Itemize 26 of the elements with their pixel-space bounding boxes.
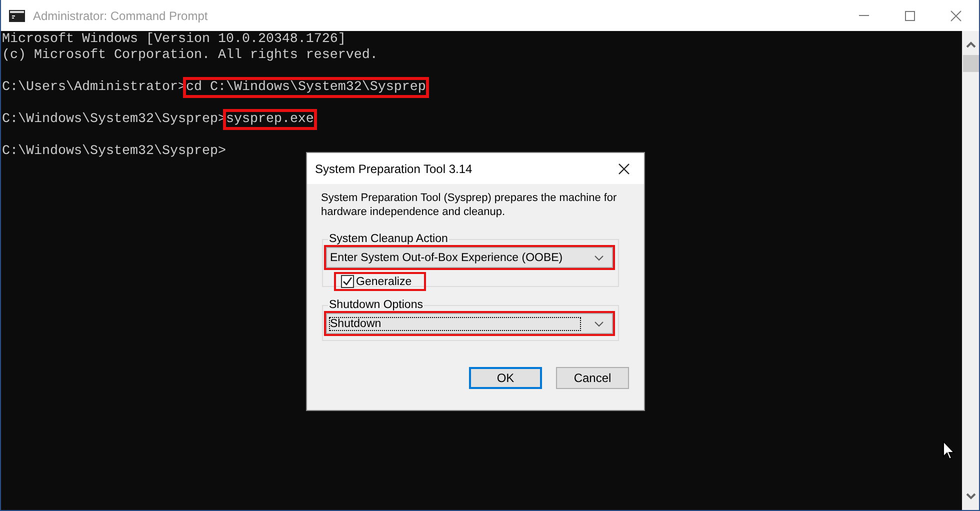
chevron-down-icon (594, 320, 604, 326)
mouse-pointer-icon (943, 441, 955, 460)
close-icon (950, 10, 962, 22)
dropdown[interactable]: Shutdown (326, 313, 613, 334)
group-label: Shutdown Options (328, 299, 424, 311)
console-output: (c) Microsoft Corporation. All rights reserved. (2, 48, 378, 63)
group-label: System Cleanup Action (328, 233, 449, 245)
terminal-icon (9, 10, 25, 22)
description-text: System Preparation Tool (Sysprep) prepares the machine for hardware independence and cleanup. (321, 191, 618, 219)
console-output: Microsoft Windows [Version 10.0.20348.1726] (2, 32, 346, 47)
checkbox-label[interactable]: Generalize (356, 276, 412, 288)
minimize-icon (859, 15, 869, 16)
console-command: sysprep.exe (222, 109, 317, 130)
close-icon (618, 162, 630, 174)
checkbox[interactable] (341, 275, 354, 288)
console-prompt: C:\Windows\System32\Sysprep> (2, 144, 226, 159)
dialog-title: System Preparation Tool 3.14 (315, 162, 472, 176)
maximize-icon (904, 10, 916, 22)
chevron-down-icon (594, 254, 604, 260)
dialog-button[interactable]: Cancel (556, 367, 629, 389)
dialog-button[interactable]: OK (469, 367, 542, 389)
scrollbar-thumb[interactable] (962, 55, 978, 72)
scrollbar[interactable] (962, 31, 979, 510)
window-title: Administrator: Command Prompt (33, 8, 208, 22)
dropdown[interactable]: Enter System Out-of-Box Experience (OOBE) (326, 247, 613, 268)
console-command: cd C:\Windows\System32\Sysprep (182, 77, 429, 98)
